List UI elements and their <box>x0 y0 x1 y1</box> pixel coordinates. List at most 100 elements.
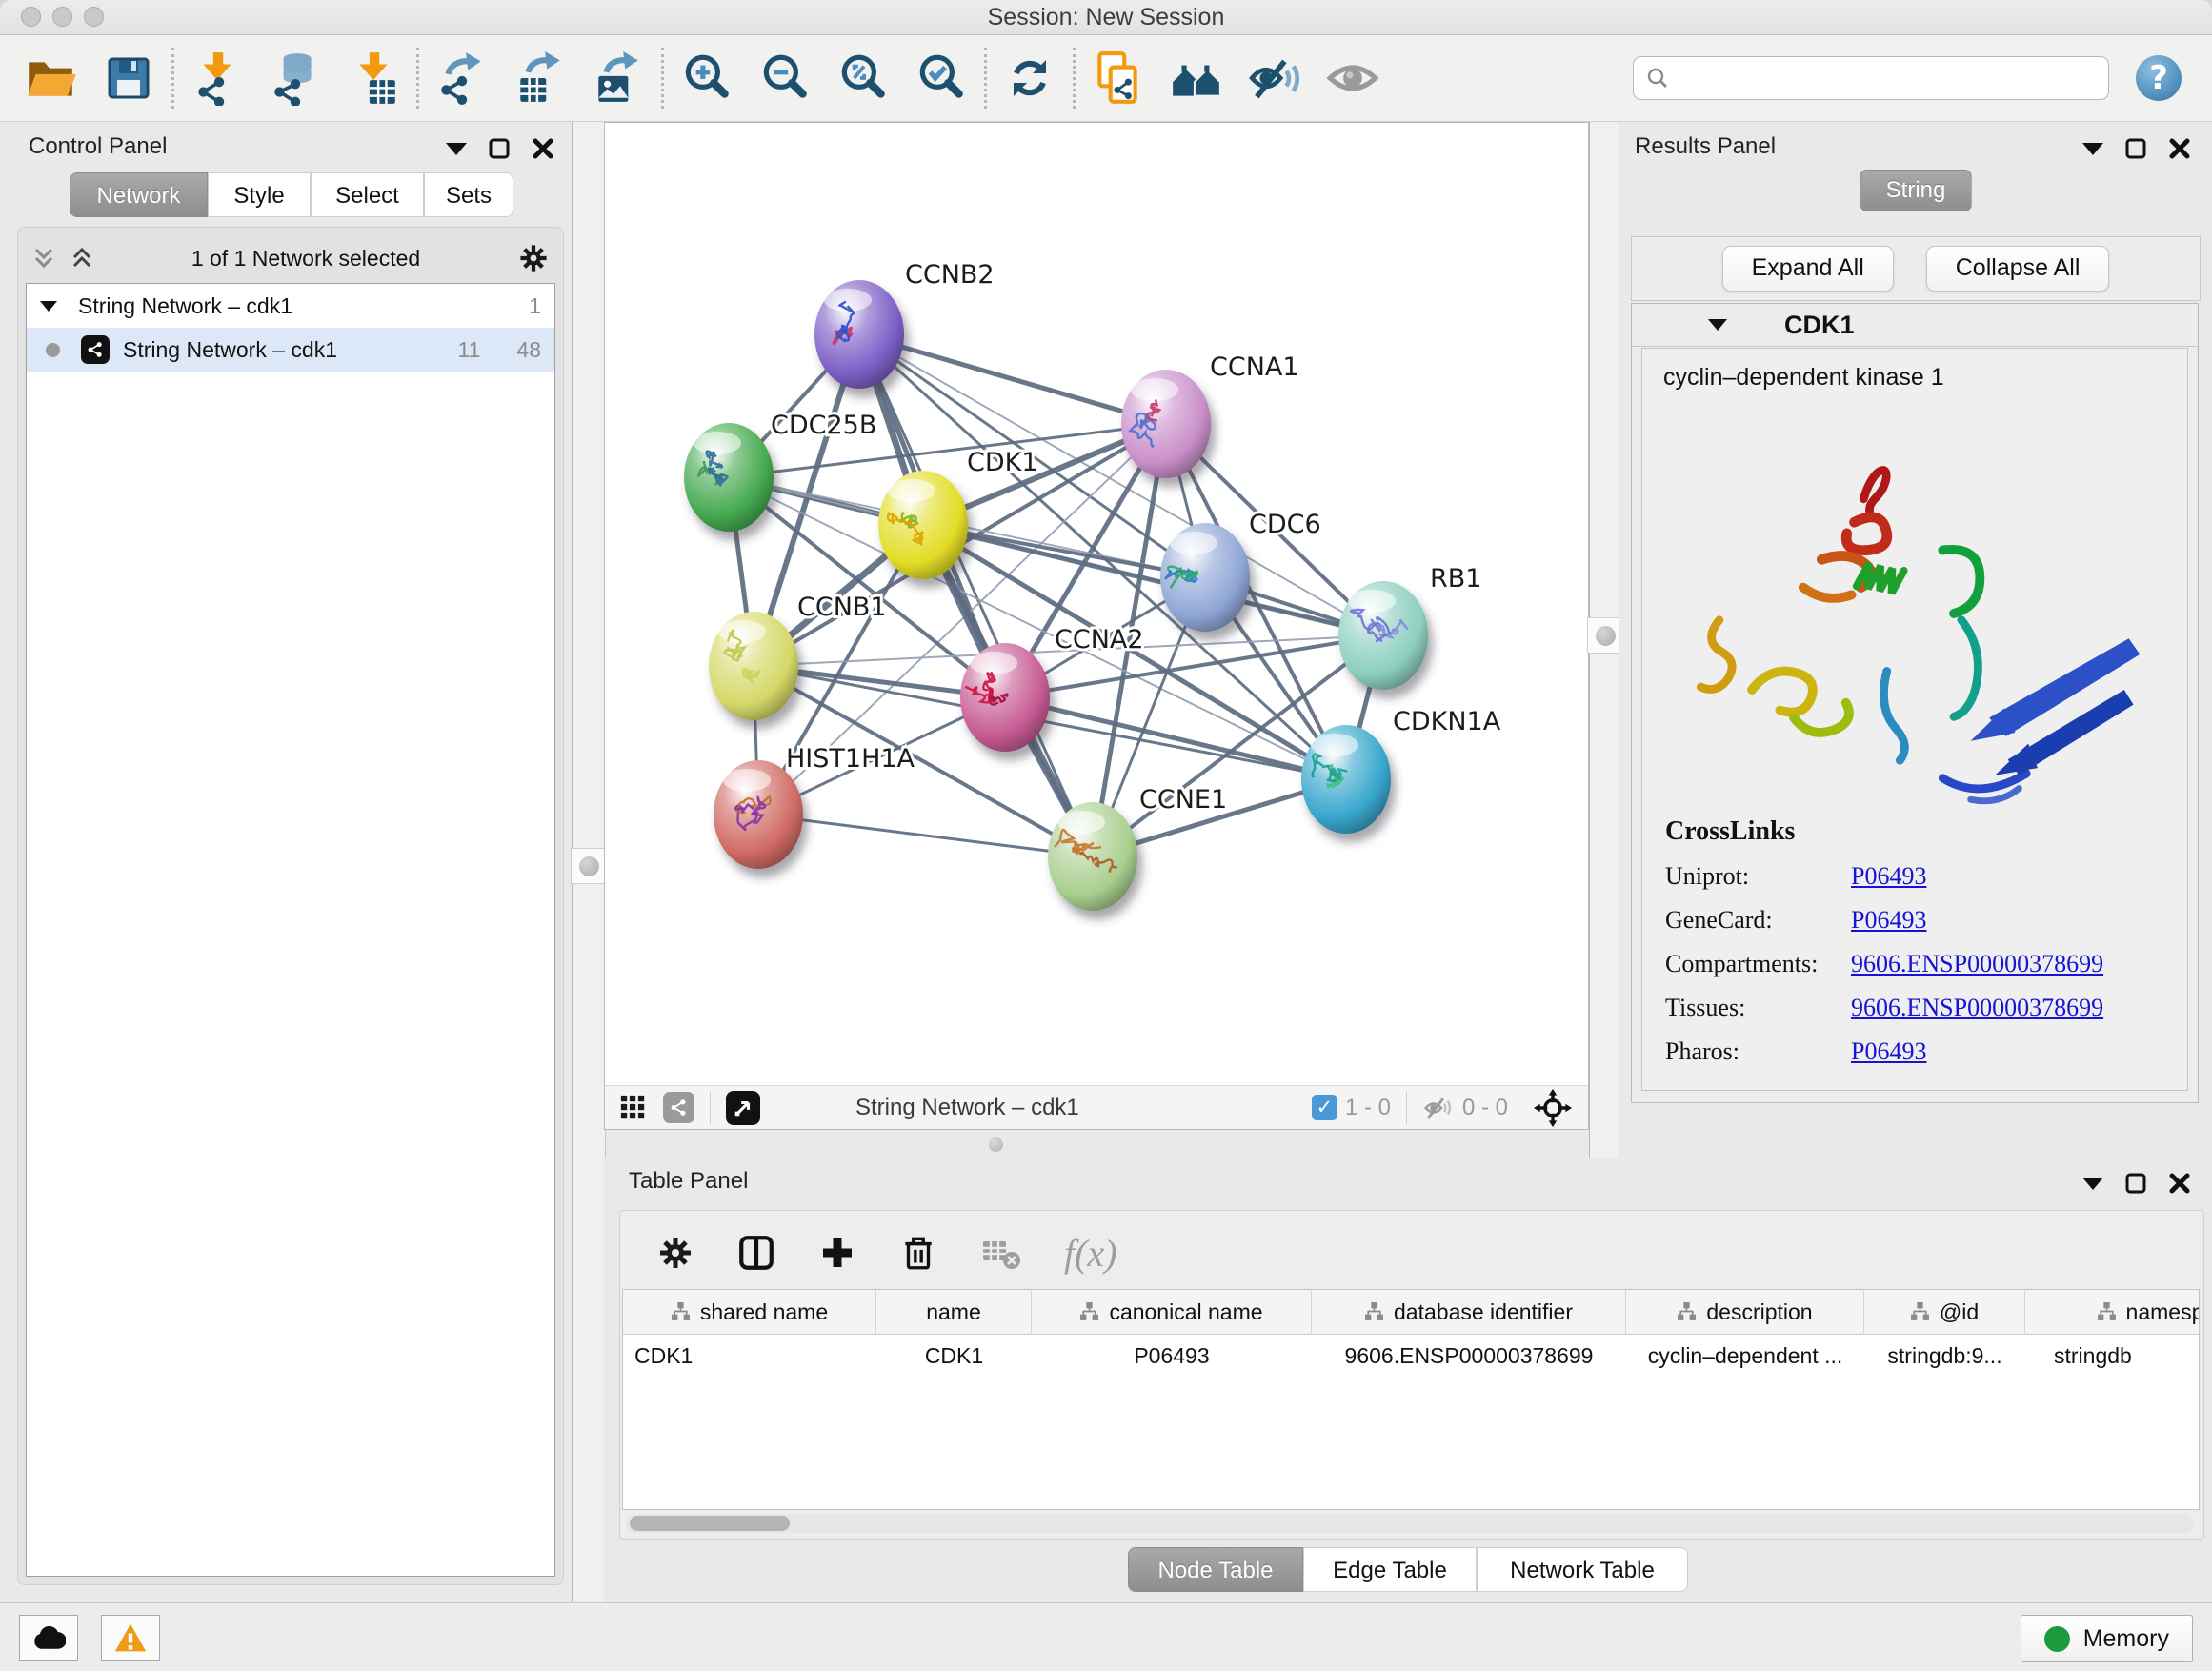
add-column-icon[interactable] <box>818 1234 856 1272</box>
table-cell[interactable]: 9606.ENSP00000378699 <box>1312 1335 1626 1378</box>
warnings-button[interactable] <box>101 1615 160 1661</box>
tab-sets[interactable]: Sets <box>424 172 513 217</box>
column-header[interactable]: name <box>876 1290 1032 1334</box>
network-canvas[interactable]: CCNB2CCNA1CDC25BCDK1CDC6RB1CCNB1CCNA2CDK… <box>605 123 1588 1085</box>
cloud-button[interactable] <box>19 1615 78 1661</box>
gear-icon[interactable] <box>517 242 550 274</box>
show-eye-button[interactable] <box>1323 49 1382 108</box>
float-panel-icon[interactable] <box>2124 1172 2147 1195</box>
gear-icon[interactable] <box>656 1234 694 1272</box>
search-input[interactable] <box>1678 65 2097 92</box>
crosslink-link[interactable]: 9606.ENSP00000378699 <box>1851 994 2103 1022</box>
import-network-file-button[interactable] <box>188 49 247 108</box>
left-splitter[interactable] <box>572 122 606 1602</box>
collapse-all-button[interactable]: Collapse All <box>1926 246 2110 292</box>
crosslink-link[interactable]: P06493 <box>1851 1037 1926 1066</box>
column-header[interactable]: @id <box>1864 1290 2025 1334</box>
delete-column-icon[interactable] <box>898 1233 938 1273</box>
export-network-button[interactable] <box>432 49 492 108</box>
tree-expand-icon[interactable] <box>40 301 57 312</box>
horizontal-scrollbar[interactable] <box>626 1514 2194 1533</box>
column-header[interactable]: shared name <box>623 1290 876 1334</box>
string-app-icon <box>81 335 110 364</box>
control-panel-window-controls <box>446 137 554 160</box>
column-header[interactable]: namespace <box>2025 1290 2200 1334</box>
graph-node-CDKN1A <box>1301 725 1391 834</box>
import-network-database-button[interactable] <box>266 49 325 108</box>
tab-network-table[interactable]: Network Table <box>1477 1547 1688 1592</box>
selected-checkbox[interactable]: ✓ <box>1312 1095 1337 1120</box>
svg-text:CDK1: CDK1 <box>967 448 1038 477</box>
panel-menu-icon[interactable] <box>446 143 467 155</box>
tab-edge-table[interactable]: Edge Table <box>1303 1547 1477 1592</box>
zoom-out-button[interactable] <box>755 49 814 108</box>
open-session-button[interactable] <box>21 49 80 108</box>
toolbar-separator <box>984 48 987 109</box>
save-session-button[interactable] <box>99 49 158 108</box>
crosslink-label: Pharos: <box>1665 1037 1851 1066</box>
table-cell[interactable]: stringdb:9... <box>1864 1335 2025 1378</box>
zoom-selected-button[interactable] <box>912 49 971 108</box>
float-panel-icon[interactable] <box>488 137 511 160</box>
refresh-layout-button[interactable] <box>1000 49 1059 108</box>
table-row[interactable]: CDK1CDK1P064939606.ENSP00000378699cyclin… <box>623 1335 2199 1378</box>
home-networks-button[interactable] <box>1167 49 1226 108</box>
collapse-all-icon[interactable] <box>31 246 56 271</box>
close-panel-icon[interactable] <box>532 137 554 160</box>
table-cell[interactable]: cyclin–dependent ... <box>1626 1335 1864 1378</box>
column-header[interactable]: description <box>1626 1290 1864 1334</box>
network-row[interactable]: String Network – cdk1 11 48 <box>27 328 554 372</box>
zoom-fit-button[interactable] <box>834 49 893 108</box>
table-cell[interactable]: P06493 <box>1032 1335 1312 1378</box>
app-window: Session: New Session <box>0 0 2212 1671</box>
float-panel-icon[interactable] <box>2124 137 2147 160</box>
clone-network-button[interactable] <box>1089 49 1148 108</box>
tab-network[interactable]: Network <box>70 172 208 217</box>
node-result-header[interactable]: CDK1 <box>1632 304 2198 347</box>
export-table-button[interactable] <box>511 49 570 108</box>
crosslink-link[interactable]: 9606.ENSP00000378699 <box>1851 950 2103 978</box>
tab-node-table[interactable]: Node Table <box>1128 1547 1303 1592</box>
tab-style[interactable]: Style <box>208 172 311 217</box>
column-label: namespace <box>2126 1299 2200 1325</box>
birds-eye-view-icon[interactable] <box>726 1091 760 1125</box>
hide-selected-button[interactable] <box>1245 49 1304 108</box>
collapse-entry-icon[interactable] <box>1708 319 1727 331</box>
fit-selected-icon[interactable] <box>1533 1088 1573 1128</box>
svg-text:CCNB2: CCNB2 <box>905 260 995 290</box>
crosslink-link[interactable]: P06493 <box>1851 862 1926 891</box>
help-button[interactable]: ? <box>2134 53 2183 103</box>
right-splitter-handle[interactable] <box>1587 617 1623 654</box>
expand-all-icon[interactable] <box>70 246 94 271</box>
table-cell[interactable]: CDK1 <box>876 1335 1032 1378</box>
close-panel-icon[interactable] <box>2168 1172 2191 1195</box>
show-columns-icon[interactable] <box>736 1233 776 1273</box>
expand-all-button[interactable]: Expand All <box>1722 246 1894 292</box>
scrollbar-thumb[interactable] <box>630 1516 790 1531</box>
table-cell[interactable]: CDK1 <box>623 1335 876 1378</box>
export-image-button[interactable] <box>589 49 648 108</box>
edge-count: 48 <box>516 337 541 363</box>
table-cell[interactable]: stringdb <box>2025 1335 2200 1378</box>
panel-menu-icon[interactable] <box>2082 143 2103 155</box>
import-table-button[interactable] <box>344 49 403 108</box>
graph-node-RB1 <box>1338 581 1428 690</box>
tab-select[interactable]: Select <box>311 172 424 217</box>
tab-string[interactable]: String <box>1860 170 1972 211</box>
right-splitter[interactable] <box>1589 122 1621 1158</box>
grid-view-icon[interactable] <box>620 1095 646 1120</box>
network-collection-row[interactable]: String Network – cdk1 1 <box>27 284 554 328</box>
string-view-icon[interactable] <box>663 1092 694 1123</box>
zoom-in-button[interactable] <box>677 49 736 108</box>
column-header[interactable]: canonical name <box>1032 1290 1312 1334</box>
node-result-body: cyclin–dependent kinase 1 <box>1641 348 2188 1091</box>
memory-button[interactable]: Memory <box>2021 1615 2193 1662</box>
left-splitter-handle[interactable] <box>571 848 607 884</box>
equation-builder-disabled: f(x) <box>1064 1231 1117 1276</box>
crosslink-link[interactable]: P06493 <box>1851 906 1926 935</box>
table-toolbar: f(x) <box>620 1211 2203 1279</box>
close-panel-icon[interactable] <box>2168 137 2191 160</box>
panel-menu-icon[interactable] <box>2082 1178 2103 1190</box>
horizontal-splitter-handle[interactable] <box>989 1137 1003 1152</box>
column-header[interactable]: database identifier <box>1312 1290 1626 1334</box>
